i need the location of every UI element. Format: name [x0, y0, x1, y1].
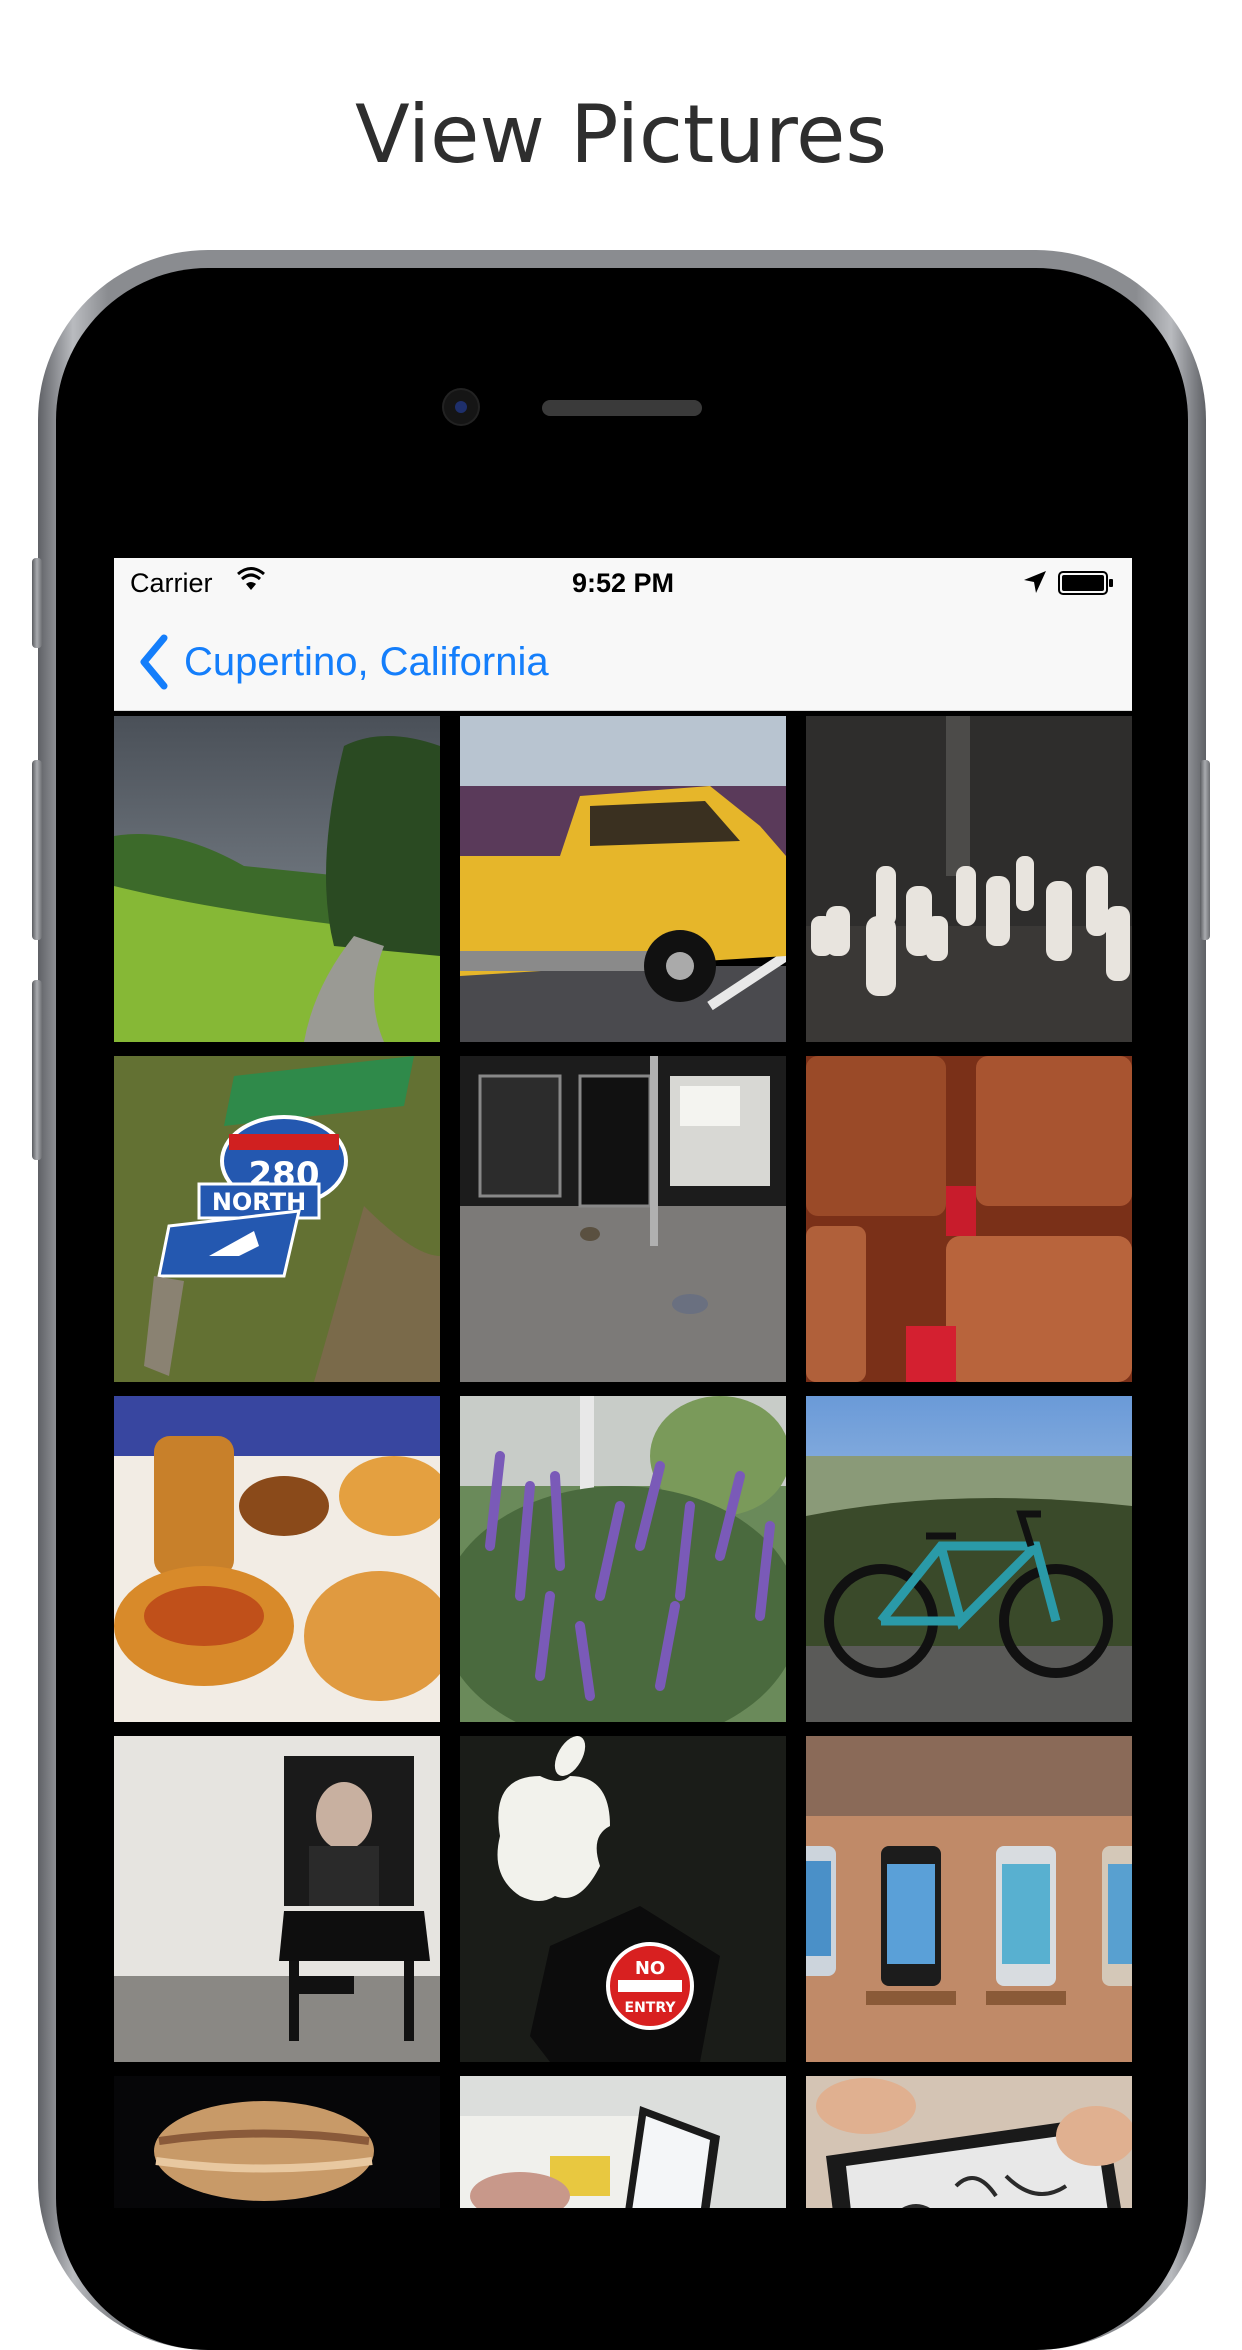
photo-thumbnail[interactable]: [460, 2076, 786, 2208]
page-title: View Pictures: [354, 88, 888, 181]
svg-text:NO: NO: [635, 1958, 665, 1979]
battery-icon: [1058, 571, 1113, 595]
navigation-bar: Cupertino, California: [114, 608, 1132, 711]
photo-thumbnail[interactable]: [806, 716, 1132, 1042]
volume-down-button: [32, 980, 42, 1160]
photo-thumbnail[interactable]: [806, 1396, 1132, 1722]
svg-text:ENTRY: ENTRY: [625, 2000, 677, 2016]
photo-thumbnail[interactable]: [460, 716, 786, 1042]
photo-thumbnail[interactable]: NO ENTRY: [460, 1736, 786, 2062]
back-button[interactable]: Cupertino, California: [136, 634, 549, 690]
location-arrow-icon: [1024, 571, 1046, 593]
photo-thumbnail[interactable]: [806, 1056, 1132, 1382]
photo-thumbnail[interactable]: 280 NORTH: [114, 1056, 440, 1382]
photo-thumbnail[interactable]: [114, 2076, 440, 2208]
photo-thumbnail[interactable]: [460, 1396, 786, 1722]
power-button: [1200, 760, 1210, 940]
status-time: 9:52 PM: [571, 568, 675, 598]
earpiece-speaker: [542, 400, 702, 416]
back-button-label: Cupertino, California: [184, 639, 549, 684]
photo-thumbnail[interactable]: [806, 1736, 1132, 2062]
mute-switch: [32, 558, 42, 648]
photo-thumbnail[interactable]: [114, 1736, 440, 2062]
status-bar: Carrier 9:52 PM: [114, 558, 1132, 608]
photo-grid: 280 NORTH NO ENTRY: [114, 716, 1132, 2208]
volume-up-button: [32, 760, 42, 940]
phone-screen: Carrier 9:52 PM Cupertino, California 28…: [114, 558, 1132, 2208]
photo-thumbnail[interactable]: [460, 1056, 786, 1382]
photo-thumbnail[interactable]: [114, 716, 440, 1042]
chevron-left-icon: [140, 634, 168, 690]
photo-thumbnail[interactable]: [806, 2076, 1132, 2208]
photo-thumbnail[interactable]: [114, 1396, 440, 1722]
front-camera: [444, 390, 478, 424]
